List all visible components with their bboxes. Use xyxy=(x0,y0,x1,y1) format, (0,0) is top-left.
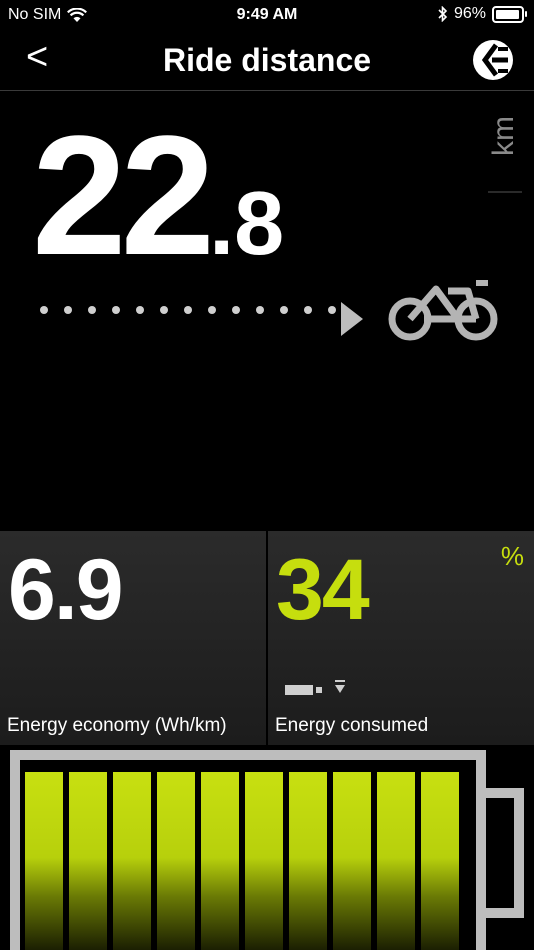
energy-economy-label: Energy economy (Wh/km) xyxy=(7,715,227,736)
progress-dot xyxy=(40,306,48,314)
status-right: 96% xyxy=(438,5,527,23)
progress-dot xyxy=(136,306,144,314)
progress-dot xyxy=(304,306,312,314)
distance-unit: km xyxy=(487,116,520,156)
battery-gauge xyxy=(0,744,534,950)
progress-dot xyxy=(280,306,288,314)
battery-bar xyxy=(289,772,327,950)
progress-dot xyxy=(88,306,96,314)
battery-bar xyxy=(157,772,195,950)
progress-dots xyxy=(40,306,336,314)
battery-bar xyxy=(201,772,239,950)
energy-economy-panel[interactable]: 6.9 Energy economy (Wh/km) xyxy=(0,531,266,745)
progress-dot xyxy=(328,306,336,314)
distance-section: 22.8 km xyxy=(0,91,534,531)
progress-dot xyxy=(256,306,264,314)
status-bar: No SIM 9:49 AM 96% xyxy=(0,0,534,30)
status-battery-fill xyxy=(496,9,520,19)
battery-bar xyxy=(333,772,371,950)
distance-decimal: .8 xyxy=(209,174,285,274)
energy-consumed-label: Energy consumed xyxy=(275,715,429,736)
bike-icon xyxy=(388,280,498,341)
stats-row: 6.9 Energy economy (Wh/km) 34 % Energy c… xyxy=(0,531,534,745)
status-battery-icon xyxy=(492,5,527,23)
battery-bars xyxy=(25,772,459,950)
battery-bar xyxy=(421,772,459,950)
battery-bar xyxy=(113,772,151,950)
energy-economy-value: 6.9 xyxy=(8,542,124,638)
battery-bar xyxy=(69,772,107,950)
arrow-right-icon xyxy=(341,302,363,336)
battery-bar xyxy=(25,772,63,950)
battery-plug-icon xyxy=(285,680,345,695)
battery-bar xyxy=(245,772,283,950)
battery-bar xyxy=(377,772,415,950)
progress-dot xyxy=(112,306,120,314)
distance-value: 22.8 xyxy=(32,111,284,281)
progress-dot xyxy=(208,306,216,314)
bluetooth-icon xyxy=(438,6,448,22)
energy-consumed-panel[interactable]: 34 % Energy consumed xyxy=(268,531,534,745)
energy-consumed-value: 34 xyxy=(276,542,370,638)
battery-tip xyxy=(486,788,524,918)
unit-divider xyxy=(488,191,522,193)
percent-unit: % xyxy=(500,541,524,571)
brand-logo-icon[interactable] xyxy=(472,39,514,81)
progress-dot xyxy=(160,306,168,314)
page-title: Ride distance xyxy=(162,42,372,78)
battery-percent: 96% xyxy=(453,5,486,22)
distance-integer: 22 xyxy=(32,101,215,291)
nav-bar: < Ride distance xyxy=(0,30,534,91)
progress-dot xyxy=(184,306,192,314)
progress-dot xyxy=(232,306,240,314)
progress-dot xyxy=(64,306,72,314)
